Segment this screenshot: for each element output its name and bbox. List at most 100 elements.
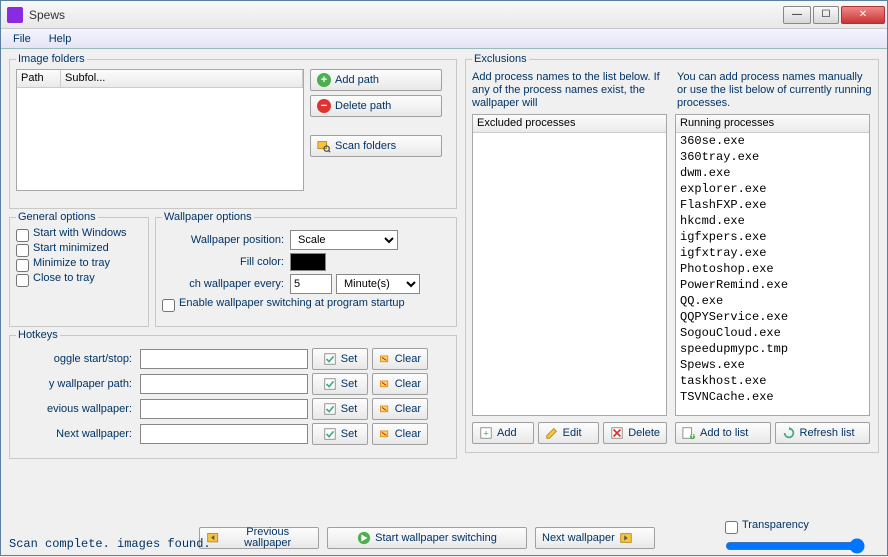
scan-folders-button[interactable]: Scan folders <box>310 135 442 157</box>
transparency-group: Transparency <box>725 519 875 557</box>
next-wallpaper-button[interactable]: Next wallpaper <box>535 527 655 549</box>
hotkeys-group: Hotkeys oggle start/stop: Set Cleary wal… <box>9 329 457 459</box>
exclusion-add-button[interactable]: +Add <box>472 422 534 444</box>
menubar: File Help <box>1 29 887 49</box>
clear-icon <box>379 352 391 366</box>
list-item[interactable]: QQ.exe <box>676 293 869 309</box>
hotkey-clear-button[interactable]: Clear <box>372 373 428 395</box>
add-process-icon: + <box>479 426 493 440</box>
start-minimized-checkbox[interactable]: Start minimized <box>16 243 142 257</box>
wallpaper-options-group: Wallpaper options Wallpaper position: Sc… <box>155 211 457 327</box>
image-folders-table[interactable]: Path Subfol... <box>16 69 304 191</box>
excluded-header: Excluded processes <box>473 115 666 133</box>
clear-icon <box>379 427 391 441</box>
minus-icon: − <box>317 99 331 113</box>
hotkey-input-1[interactable] <box>140 374 308 394</box>
running-processes-list[interactable]: Running processes 360se.exe360tray.exedw… <box>675 114 870 416</box>
wallpaper-options-legend: Wallpaper options <box>162 211 254 223</box>
hotkey-input-2[interactable] <box>140 399 308 419</box>
plus-icon: + <box>317 73 331 87</box>
exclusion-delete-button[interactable]: Delete <box>603 422 667 444</box>
list-item[interactable]: 360se.exe <box>676 133 869 149</box>
play-icon <box>357 531 371 545</box>
start-switching-button[interactable]: Start wallpaper switching <box>327 527 527 549</box>
switch-every-unit-select[interactable]: Minute(s) <box>336 274 420 294</box>
list-item[interactable]: FlashFXP.exe <box>676 197 869 213</box>
delete-path-button[interactable]: − Delete path <box>310 95 442 117</box>
list-item[interactable]: hkcmd.exe <box>676 213 869 229</box>
fill-color-swatch[interactable] <box>290 253 326 271</box>
scan-icon <box>317 139 331 153</box>
hotkey-set-button[interactable]: Set <box>312 373 368 395</box>
previous-wallpaper-button[interactable]: Previous wallpaper <box>199 527 319 549</box>
window-title: Spews <box>29 8 781 22</box>
start-with-windows-checkbox[interactable]: Start with Windows <box>16 228 142 242</box>
wallpaper-position-label: Wallpaper position: <box>162 234 290 246</box>
close-to-tray-checkbox[interactable]: Close to tray <box>16 273 142 287</box>
svg-text:+: + <box>483 429 489 440</box>
transparency-checkbox[interactable]: Transparency <box>725 520 875 534</box>
switch-every-input[interactable] <box>290 274 332 294</box>
minimize-to-tray-checkbox[interactable]: Minimize to tray <box>16 258 142 272</box>
exclusion-edit-button[interactable]: Edit <box>538 422 600 444</box>
hotkey-row: evious wallpaper: Set Clear <box>16 398 450 420</box>
col-path[interactable]: Path <box>17 70 61 87</box>
enable-switching-checkbox[interactable]: Enable wallpaper switching at program st… <box>162 298 450 312</box>
hotkey-input-0[interactable] <box>140 349 308 369</box>
hotkey-clear-button[interactable]: Clear <box>372 398 428 420</box>
hotkey-input-3[interactable] <box>140 424 308 444</box>
list-item[interactable]: igfxpers.exe <box>676 229 869 245</box>
list-item[interactable]: SogouCloud.exe <box>676 325 869 341</box>
set-icon <box>323 352 337 366</box>
set-icon <box>323 377 337 391</box>
fill-color-label: Fill color: <box>162 256 290 268</box>
list-item[interactable]: dwm.exe <box>676 165 869 181</box>
list-item[interactable]: TSVNCache.exe <box>676 389 869 405</box>
list-item[interactable]: Photoshop.exe <box>676 261 869 277</box>
hotkey-label: Next wallpaper: <box>16 428 136 440</box>
clear-icon <box>379 377 391 391</box>
exclusions-group: Exclusions Add process names to the list… <box>465 53 879 453</box>
hotkey-set-button[interactable]: Set <box>312 398 368 420</box>
svg-text:+: + <box>690 431 696 440</box>
titlebar: Spews — ☐ ✕ <box>1 1 887 29</box>
list-item[interactable]: taskhost.exe <box>676 373 869 389</box>
hotkey-set-button[interactable]: Set <box>312 423 368 445</box>
hotkey-clear-button[interactable]: Clear <box>372 348 428 370</box>
hotkey-row: oggle start/stop: Set Clear <box>16 348 450 370</box>
menu-help[interactable]: Help <box>41 31 80 47</box>
close-button[interactable]: ✕ <box>841 6 885 24</box>
image-folders-group: Image folders Path Subfol... + Add path … <box>9 53 457 209</box>
hotkey-set-button[interactable]: Set <box>312 348 368 370</box>
clear-icon <box>379 402 391 416</box>
transparency-slider[interactable] <box>725 538 865 554</box>
list-item[interactable]: speedupmypc.tmp <box>676 341 869 357</box>
app-window: Spews — ☐ ✕ File Help Image folders Path… <box>0 0 888 556</box>
minimize-button[interactable]: — <box>783 6 811 24</box>
maximize-button[interactable]: ☐ <box>813 6 839 24</box>
hotkey-clear-button[interactable]: Clear <box>372 423 428 445</box>
hotkey-row: y wallpaper path: Set Clear <box>16 373 450 395</box>
list-item[interactable]: explorer.exe <box>676 181 869 197</box>
app-icon <box>7 7 23 23</box>
image-folders-legend: Image folders <box>16 53 87 65</box>
excluded-processes-list[interactable]: Excluded processes <box>472 114 667 416</box>
general-options-legend: General options <box>16 211 98 223</box>
menu-file[interactable]: File <box>5 31 39 47</box>
general-options-group: General options Start with Windows Start… <box>9 211 149 327</box>
refresh-icon <box>782 426 796 440</box>
wallpaper-position-select[interactable]: Scale <box>290 230 398 250</box>
add-to-list-icon: + <box>682 426 696 440</box>
list-item[interactable]: igfxtray.exe <box>676 245 869 261</box>
running-header: Running processes <box>676 115 869 133</box>
col-subfolders[interactable]: Subfol... <box>61 70 303 87</box>
exclusions-help-right: You can add process names manually or us… <box>677 71 872 110</box>
add-to-list-button[interactable]: +Add to list <box>675 422 771 444</box>
list-item[interactable]: QQPYService.exe <box>676 309 869 325</box>
refresh-list-button[interactable]: Refresh list <box>775 422 871 444</box>
list-item[interactable]: 360tray.exe <box>676 149 869 165</box>
list-item[interactable]: Spews.exe <box>676 357 869 373</box>
exclusions-legend: Exclusions <box>472 53 529 65</box>
add-path-button[interactable]: + Add path <box>310 69 442 91</box>
list-item[interactable]: PowerRemind.exe <box>676 277 869 293</box>
